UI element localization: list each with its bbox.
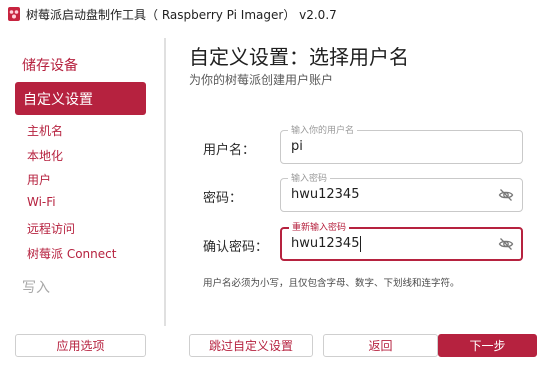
username-field[interactable]: 输入你的用户名 pi <box>280 123 523 164</box>
sidebar-item-wifi[interactable]: Wi-Fi <box>27 195 56 209</box>
sidebar-item-user[interactable]: 用户 <box>27 171 51 188</box>
username-value: pi <box>291 139 303 154</box>
username-legend: 输入你的用户名 <box>288 123 358 136</box>
sidebar-item-remote-access[interactable]: 远程访问 <box>27 220 75 237</box>
window-title: 树莓派启动盘制作工具（ Raspberry Pi Imager） v2.0.7 <box>26 8 337 22</box>
username-label: 用户名： <box>203 143 256 158</box>
divider <box>164 38 166 326</box>
sidebar-section-storage[interactable]: 储存设备 <box>22 55 78 75</box>
next-button[interactable]: 下一步 <box>438 334 537 357</box>
page-subtitle: 为你的树莓派创建用户账户 <box>189 73 334 87</box>
title-bar: 树莓派启动盘制作工具（ Raspberry Pi Imager） v2.0.7 <box>0 0 554 28</box>
back-button[interactable]: 返回 <box>323 334 438 357</box>
sidebar-item-hostname[interactable]: 主机名 <box>27 122 63 139</box>
confirm-password-legend: 重新输入密码 <box>289 220 350 233</box>
sidebar-section-custom-label: 自定义设置 <box>23 92 93 108</box>
confirm-password-value: hwu12345 <box>291 236 360 251</box>
password-label: 密码： <box>203 191 243 206</box>
text-caret <box>360 236 361 252</box>
eye-slash-icon[interactable] <box>498 236 514 252</box>
confirm-password-label: 确认密码： <box>203 240 269 255</box>
sidebar-item-localisation[interactable]: 本地化 <box>27 147 63 164</box>
sidebar-section-custom[interactable]: 自定义设置 <box>15 82 146 115</box>
confirm-password-field[interactable]: 重新输入密码 hwu12345 <box>280 220 523 261</box>
apply-options-button[interactable]: 应用选项 <box>15 334 146 357</box>
sidebar-section-write: 写入 <box>22 280 50 296</box>
raspberry-icon <box>8 7 20 21</box>
skip-customisation-button[interactable]: 跳过自定义设置 <box>189 334 313 357</box>
password-field[interactable]: 输入密码 hwu12345 <box>280 171 523 212</box>
username-hint: 用户名必须为小写，且仅包含字母、数字、下划线和连字符。 <box>203 278 460 289</box>
password-value: hwu12345 <box>291 187 360 202</box>
sidebar-item-pi-connect[interactable]: 树莓派 Connect <box>27 245 116 262</box>
password-legend: 输入密码 <box>288 171 331 184</box>
eye-slash-icon[interactable] <box>498 187 514 203</box>
page-title: 自定义设置：选择用户名 <box>189 45 409 69</box>
